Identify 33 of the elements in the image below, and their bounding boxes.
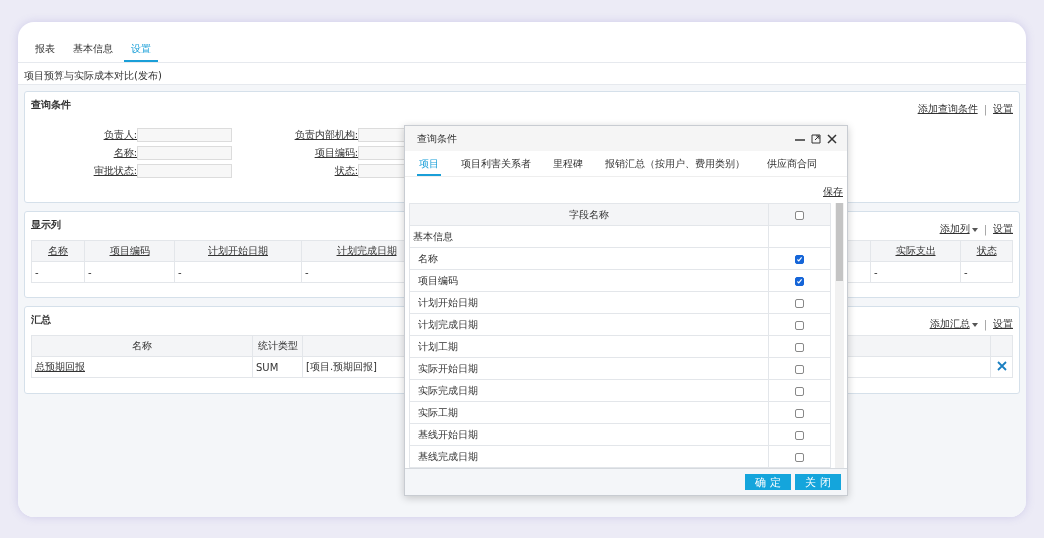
table-cell: - (174, 261, 302, 283)
table-cell: 计划开始日期 (409, 291, 769, 314)
separator: | (983, 318, 987, 330)
column-header: 名称 (31, 335, 253, 357)
table-cell: SUM (252, 356, 303, 378)
table-cell: - (31, 261, 85, 283)
table-cell: 实际开始日期 (409, 357, 769, 380)
column-header: 统计类型 (252, 335, 303, 357)
column-header: 字段名称 (409, 203, 769, 226)
table-cell: 基线完成日期 (409, 445, 769, 468)
table-cell: 计划工期 (409, 335, 769, 358)
table-cell: 基线开始日期 (409, 423, 769, 446)
dialog-title: 查询条件 (417, 131, 457, 146)
field-label: 审批状态: (92, 164, 137, 178)
group-label: 基本信息 (409, 225, 769, 248)
table-cell: - (84, 261, 175, 283)
table-cell: 实际工期 (409, 401, 769, 424)
table-cell: 项目编码 (409, 269, 769, 292)
table-cell: 计划完成日期 (409, 313, 769, 336)
field-label: 负责人: (102, 128, 137, 142)
separator: | (983, 103, 987, 115)
panel-title: 汇总 (31, 313, 51, 327)
table-cell: 名称 (409, 247, 769, 270)
field-label: 项目编码: (313, 146, 358, 160)
separator: | (983, 223, 987, 235)
field-label: 负责内部机构: (293, 128, 358, 142)
panel-title: 显示列 (31, 218, 61, 232)
table-cell: - (870, 261, 961, 283)
table-cell: - (960, 261, 1013, 283)
field-label: 状态: (333, 164, 358, 178)
table-cell: 实际完成日期 (409, 379, 769, 402)
panel-title: 查询条件 (31, 98, 71, 112)
field-label: 名称: (112, 146, 137, 160)
